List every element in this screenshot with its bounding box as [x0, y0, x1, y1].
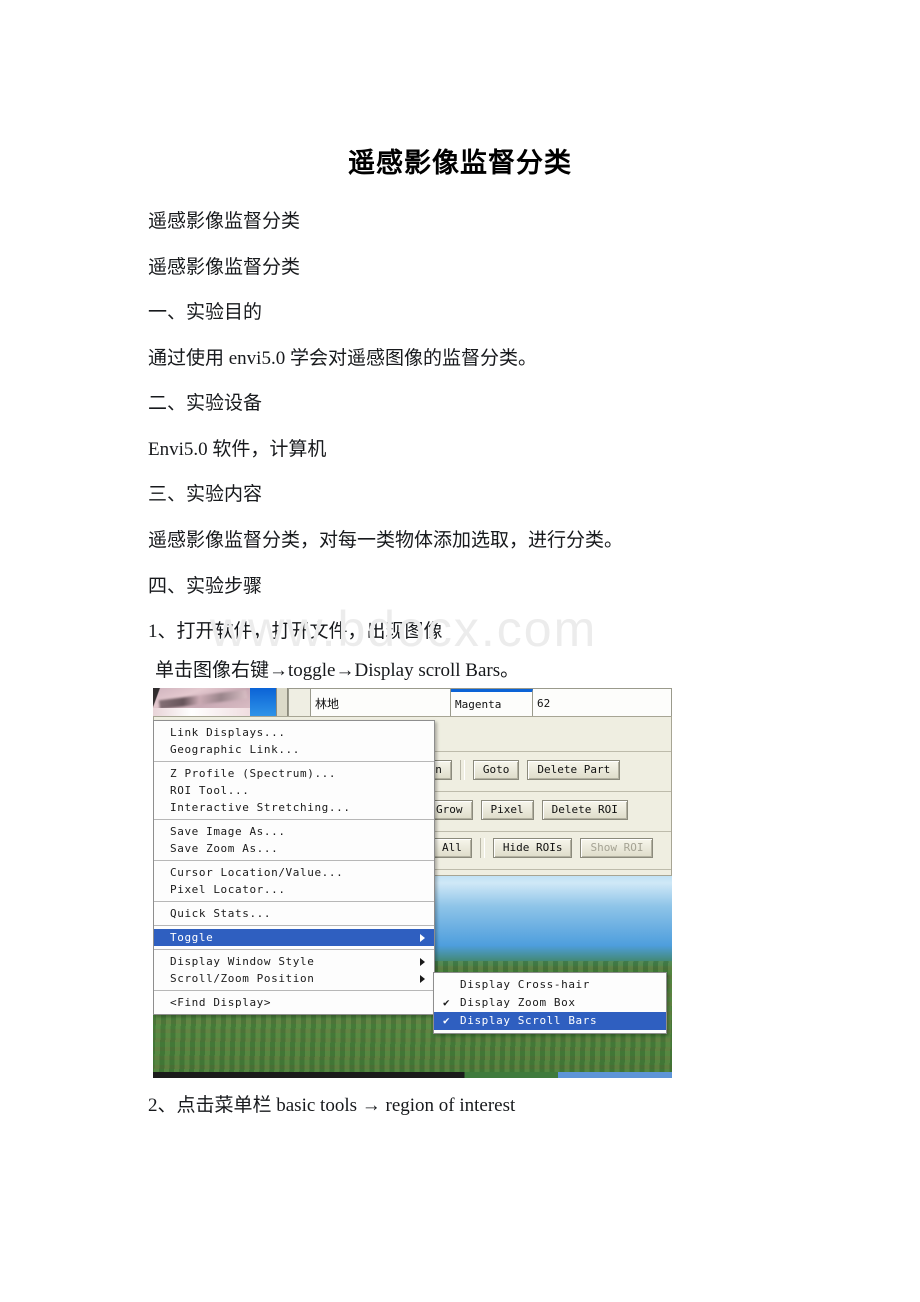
toggle-submenu: Display Cross-hair ✔ Display Zoom Box ✔ … [433, 972, 667, 1034]
checkmark-icon: ✔ [443, 1014, 451, 1027]
menu-item-geographic-link[interactable]: Geographic Link... [154, 741, 434, 758]
submenu-item-display-scroll-bars[interactable]: ✔ Display Scroll Bars [434, 1012, 666, 1030]
submenu-item-display-zoom-box[interactable]: ✔ Display Zoom Box [434, 994, 666, 1012]
menu-separator-5 [154, 925, 434, 926]
roi-button-delete-roi[interactable]: Delete ROI [541, 800, 628, 820]
paragraph-1: 遥感影像监督分类 [148, 211, 301, 232]
roi-button-all[interactable]: All [432, 838, 472, 858]
roi-button-show-roi: Show ROI [580, 838, 654, 858]
roi-button-hide-rois[interactable]: Hide ROIs [492, 838, 573, 858]
menu-item-save-image-as[interactable]: Save Image As... [154, 823, 434, 840]
envi-screenshot-figure: 林地 Magenta 62 ion Goto Delete Part Grow … [153, 688, 672, 1078]
menu-separator-3 [154, 860, 434, 861]
screenshot-bottom-edge [153, 1072, 672, 1078]
roi-name-cell: 林地 [311, 689, 451, 717]
submenu-item-display-scroll-bars-label: Display Scroll Bars [460, 1014, 598, 1027]
button-separator-2 [479, 838, 485, 858]
roi-color-cell: Magenta [451, 689, 533, 717]
heading-section-1: 一、实验目的 [148, 302, 263, 323]
menu-item-z-profile[interactable]: Z Profile (Spectrum)... [154, 765, 434, 782]
paragraph-2: 遥感影像监督分类 [148, 257, 301, 278]
menu-item-scroll-zoom-position-label: Scroll/Zoom Position [170, 972, 315, 985]
menu-item-save-zoom-as[interactable]: Save Zoom As... [154, 840, 434, 857]
chevron-right-icon [420, 933, 425, 942]
image-thumbnail [153, 688, 250, 716]
checkmark-icon: ✔ [443, 996, 451, 1009]
heading-section-4: 四、实验步骤 [148, 576, 263, 597]
menu-item-quick-stats[interactable]: Quick Stats... [154, 905, 434, 922]
menu-item-pixel-locator[interactable]: Pixel Locator... [154, 881, 434, 898]
roi-button-row-2: Grow Pixel Delete ROI [426, 799, 628, 821]
menu-item-display-window-style[interactable]: Display Window Style [154, 953, 434, 970]
menu-separator-7 [154, 990, 434, 991]
menu-separator-2 [154, 819, 434, 820]
step-1-detail: 单击图像右键→toggle→Display scroll Bars。 [155, 660, 520, 681]
context-menu: Link Displays... Geographic Link... Z Pr… [153, 720, 435, 1015]
paragraph-5: 遥感影像监督分类，对每一类物体添加选取，进行分类。 [148, 530, 624, 551]
chevron-right-icon [420, 974, 425, 983]
paragraph-3: 通过使用 envi5.0 学会对遥感图像的监督分类。 [148, 348, 537, 369]
step-2: 2、点击菜单栏 basic tools → region of interest [148, 1095, 516, 1116]
menu-item-interactive-stretching[interactable]: Interactive Stretching... [154, 799, 434, 816]
submenu-item-display-cross-hair[interactable]: Display Cross-hair [434, 976, 666, 994]
menu-item-scroll-zoom-position[interactable]: Scroll/Zoom Position [154, 970, 434, 987]
menu-separator-6 [154, 949, 434, 950]
menu-item-toggle[interactable]: Toggle [154, 929, 434, 946]
panel-divider [276, 688, 288, 716]
menu-item-cursor-location-value[interactable]: Cursor Location/Value... [154, 864, 434, 881]
submenu-item-display-zoom-box-label: Display Zoom Box [460, 996, 576, 1009]
roi-button-delete-part[interactable]: Delete Part [527, 760, 621, 780]
roi-button-row-3: All Hide ROIs Show ROI [432, 837, 654, 859]
heading-section-2: 二、实验设备 [148, 393, 263, 414]
step-1: 1、打开软件，打开文件，出现图像 [148, 621, 443, 642]
scroll-bar-strip[interactable] [250, 688, 276, 716]
page-title: 遥感影像监督分类 [348, 148, 572, 178]
menu-item-toggle-label: Toggle [170, 931, 214, 944]
document-page: 遥感影像监督分类 www.bdocx.com 遥感影像监督分类 遥感影像监督分类… [0, 0, 920, 1302]
submenu-item-display-cross-hair-label: Display Cross-hair [460, 978, 591, 991]
heading-section-3: 三、实验内容 [148, 484, 263, 505]
paragraph-4: Envi5.0 软件，计算机 [148, 439, 327, 460]
menu-item-roi-tool[interactable]: ROI Tool... [154, 782, 434, 799]
menu-item-find-display[interactable]: <Find Display> [154, 994, 434, 1011]
roi-button-pixel[interactable]: Pixel [480, 800, 534, 820]
menu-item-link-displays[interactable]: Link Displays... [154, 724, 434, 741]
roi-table-row[interactable]: 林地 Magenta 62 [288, 688, 672, 718]
roi-color-swatch [289, 689, 311, 717]
chevron-right-icon [420, 957, 425, 966]
roi-button-goto[interactable]: Goto [472, 760, 520, 780]
menu-separator-1 [154, 761, 434, 762]
menu-item-display-window-style-label: Display Window Style [170, 955, 315, 968]
roi-button-row-1: ion Goto Delete Part [412, 759, 621, 781]
roi-count-cell: 62 [533, 689, 672, 717]
menu-separator-4 [154, 901, 434, 902]
button-separator [459, 760, 465, 780]
roi-list-strip: 林地 Magenta 62 [153, 688, 672, 718]
